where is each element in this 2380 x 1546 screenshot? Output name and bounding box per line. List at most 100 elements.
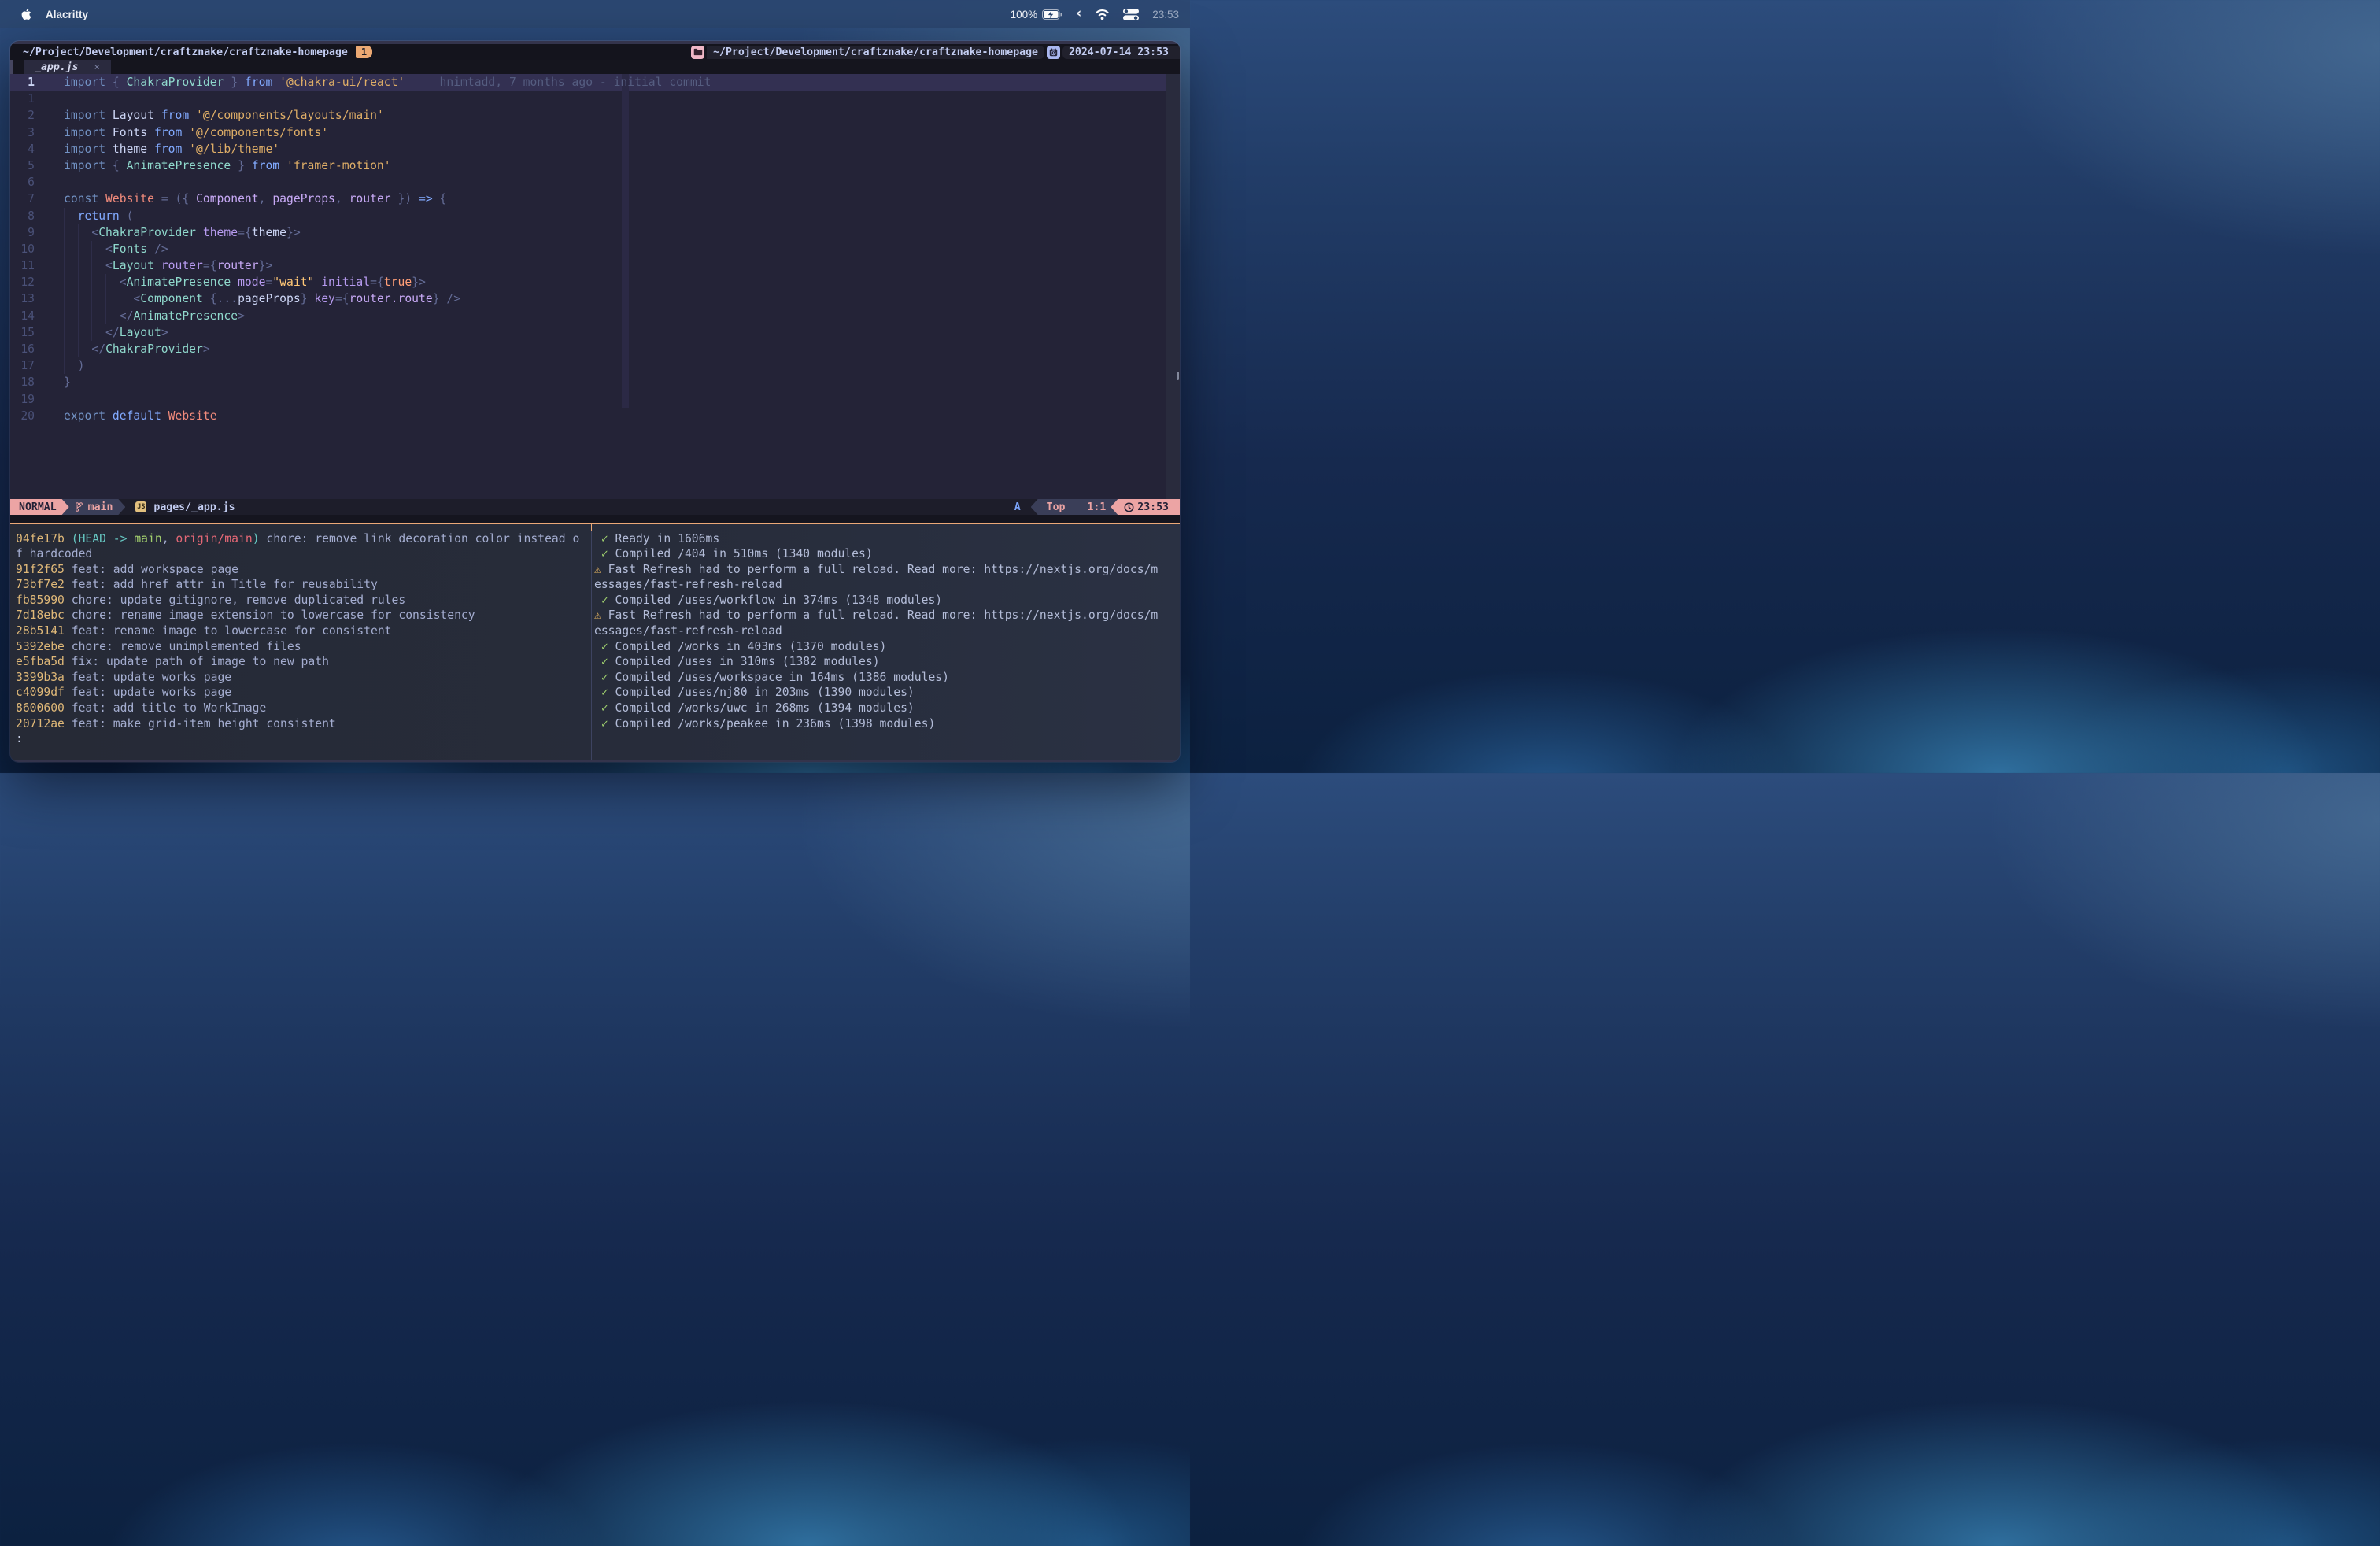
text-segment: Compiled /uses/workspace in 164ms (1386 … [608, 671, 949, 684]
code-line[interactable]: 14 </AnimatePresence> [10, 308, 1180, 324]
apple-menu-icon[interactable] [21, 8, 31, 20]
text-segment: Layout [113, 259, 154, 272]
code-line[interactable]: 3import Fonts from '@/components/fonts' [10, 124, 1180, 141]
code-line[interactable]: 17 ) [10, 357, 1180, 374]
mode-indicator: NORMAL [10, 499, 69, 515]
text-segment: 3399b3a [16, 671, 72, 684]
text-segment: Website [98, 192, 154, 205]
text-segment: < [64, 292, 140, 305]
window-scrollbar[interactable] [1177, 372, 1179, 380]
register-indicator: A [1014, 501, 1021, 513]
text-segment: '@chakra-ui/react' [272, 76, 405, 89]
code-line[interactable]: 4import theme from '@/lib/theme' [10, 141, 1180, 157]
menu-bar-clock[interactable]: 23:53 [1152, 9, 1179, 20]
code-line[interactable]: 6 [10, 174, 1180, 190]
code-line[interactable]: 20export default Website [10, 408, 1180, 424]
dev-log-line: ✓ Compiled /404 in 510ms (1340 modules) [594, 546, 1180, 562]
code-text: return ( [64, 208, 133, 224]
code-line[interactable]: 12 <AnimatePresence mode="wait" initial=… [10, 274, 1180, 290]
wifi-icon[interactable] [1095, 9, 1110, 20]
dev-log-line: ⚠ Fast Refresh had to perform a full rel… [594, 562, 1180, 578]
text-segment: ⚠ [594, 608, 601, 622]
git-log-line: 73bf7e2 feat: add href attr in Title for… [16, 577, 591, 593]
git-log-line: 04fe17b (HEAD -> main, origin/main) chor… [16, 531, 591, 547]
chevron-icon[interactable]: ‹ [1076, 7, 1081, 20]
tab-app-js[interactable]: _app.js × [24, 60, 111, 74]
text-segment: > [203, 342, 210, 356]
text-segment: mode [231, 276, 265, 289]
text-segment: import [64, 159, 105, 172]
text-segment: ✓ [601, 547, 608, 560]
bottom-panes: 04fe17b (HEAD -> main, origin/main) chor… [10, 524, 1180, 761]
text-segment: : [16, 732, 23, 745]
git-log-line: 7d18ebc chore: rename image extension to… [16, 608, 591, 623]
git-log-pane[interactable]: 04fe17b (HEAD -> main, origin/main) chor… [10, 524, 591, 761]
text-segment: } [301, 292, 315, 305]
text-segment: ✓ [601, 532, 608, 546]
code-line[interactable]: 15 </Layout> [10, 324, 1180, 341]
code-line[interactable]: 1import { ChakraProvider } from '@chakra… [10, 74, 1180, 91]
text-segment: theme [105, 142, 154, 156]
code-line[interactable]: 10 <Fonts /> [10, 241, 1180, 257]
tab-label: _app.js [35, 61, 79, 73]
code-text: <ChakraProvider theme={theme}> [64, 224, 301, 241]
text-segment: { [105, 76, 127, 89]
text-segment [594, 717, 601, 730]
tmux-session-path: ~/Project/Development/craftznake/craftzn… [10, 46, 348, 58]
code-text: } [64, 374, 71, 390]
text-segment: from [154, 142, 182, 156]
dev-log-line: ✓ Compiled /works in 403ms (1370 modules… [594, 639, 1180, 655]
text-segment: => [419, 192, 433, 205]
text-segment: Compiled /works in 403ms (1370 modules) [608, 640, 887, 653]
code-line[interactable]: 5import { AnimatePresence } from 'framer… [10, 157, 1180, 174]
text-segment: export [64, 409, 105, 423]
text-segment: e5fba5d [16, 655, 72, 668]
code-line[interactable]: 16 </ChakraProvider> [10, 341, 1180, 357]
line-number: 10 [10, 241, 35, 257]
editor-right-gutter [1166, 74, 1180, 499]
code-line[interactable]: 19 [10, 391, 1180, 408]
code-line[interactable]: 11 <Layout router={router}> [10, 257, 1180, 274]
text-segment: ={ [370, 276, 384, 289]
text-segment: AnimatePresence [127, 159, 231, 172]
colorcolumn-80 [622, 74, 629, 408]
code-line[interactable]: 1 [10, 91, 1180, 107]
text-segment: f hardcoded [16, 547, 92, 560]
code-line[interactable]: 9 <ChakraProvider theme={theme}> [10, 224, 1180, 241]
text-segment: ChakraProvider [105, 342, 203, 356]
text-segment: , [335, 192, 349, 205]
dev-log-line: essages/fast-refresh-reload [594, 577, 1180, 593]
code-line[interactable]: 8 return ( [10, 208, 1180, 224]
text-segment: ✓ [601, 594, 608, 607]
text-segment: main [134, 532, 161, 546]
text-segment: } [64, 375, 71, 389]
code-text: import Fonts from '@/components/fonts' [64, 124, 328, 141]
line-number: 7 [10, 190, 35, 207]
statusline-clock-segment: 23:53 [1111, 499, 1180, 515]
control-center-icon[interactable] [1123, 9, 1139, 20]
text-segment: } [224, 76, 245, 89]
dev-server-pane[interactable]: ✓ Ready in 1606ms ✓ Compiled /404 in 510… [592, 524, 1180, 761]
code-line[interactable]: 18} [10, 374, 1180, 390]
tab-close-icon[interactable]: × [94, 61, 100, 72]
battery-status[interactable]: 100% [1011, 9, 1063, 20]
text-segment: 73bf7e2 [16, 578, 72, 591]
active-app-name[interactable]: Alacritty [46, 9, 88, 20]
tmux-window-index-badge[interactable]: 1 [356, 46, 372, 58]
text-segment [594, 686, 601, 699]
code-line[interactable]: 7const Website = ({ Component, pageProps… [10, 190, 1180, 207]
editor-buffer[interactable]: 1 import { ChakraProvider } from '@chakra… [10, 74, 1180, 499]
code-line[interactable]: 2import Layout from '@/components/layout… [10, 107, 1180, 124]
text-segment: }> [286, 226, 301, 239]
code-text: export default Website [64, 408, 217, 424]
calendar-clock-icon [1047, 46, 1060, 59]
menu-bar: Alacritty 100% ‹ [0, 0, 1190, 28]
git-log-line: c4099df feat: update works page [16, 685, 591, 701]
git-log-line: e5fba5d fix: update path of image to new… [16, 654, 591, 670]
code-line[interactable]: 13 <Component {...pageProps} key={router… [10, 290, 1180, 307]
text-segment: c4099df [16, 686, 72, 699]
text-segment: return [64, 209, 120, 223]
statusline-time-label: 23:53 [1137, 501, 1169, 513]
text-segment [594, 655, 601, 668]
text-segment: ✓ [601, 640, 608, 653]
